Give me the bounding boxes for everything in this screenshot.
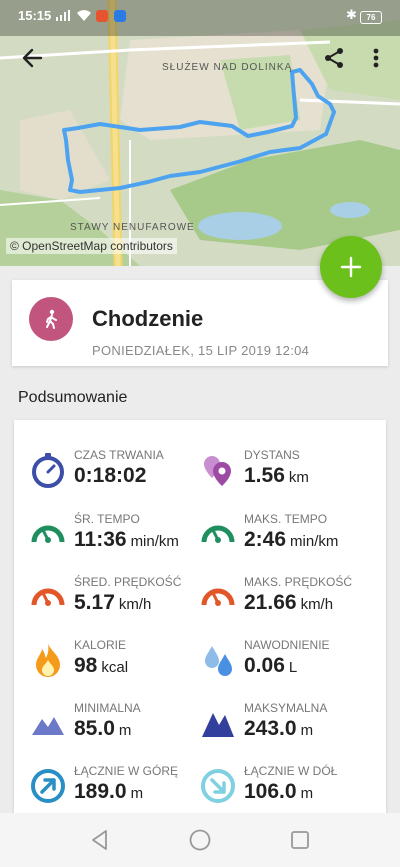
summary-card: CZAS TRWANIA 0:18:02 DYSTANS 1.56 km ŚR. … <box>14 420 386 820</box>
stat-label: ŁĄCZNIE W GÓRĘ <box>74 764 179 778</box>
stat-label: MAKS. PRĘDKOŚĆ <box>244 575 353 589</box>
stat-max-speed: MAKS. PRĘDKOŚĆ 21.66 km/h <box>200 573 380 623</box>
activity-icon-badge <box>29 297 73 341</box>
arrow-up-right-circle-icon <box>31 769 65 803</box>
stat-label: KALORIE <box>74 638 127 652</box>
stat-total-descent: ŁĄCZNIE W DÓŁ 106.0 m <box>200 762 380 812</box>
stat-duration: CZAS TRWANIA 0:18:02 <box>30 446 210 496</box>
nav-recents-icon[interactable] <box>287 827 313 853</box>
stat-value: 0.06 L <box>244 654 298 677</box>
share-icon <box>325 48 343 68</box>
stat-distance: DYSTANS 1.56 km <box>200 446 380 496</box>
notification-icon <box>96 10 108 22</box>
arrow-left-icon <box>22 48 43 68</box>
status-time: 15:15 <box>18 8 52 23</box>
stat-value: 85.0 m <box>74 717 132 740</box>
speedometer-orange-icon <box>31 588 65 606</box>
stat-label: NAWODNIENIE <box>244 638 330 652</box>
stat-value: 5.17 km/h <box>74 591 152 614</box>
stat-value: 21.66 km/h <box>244 591 334 614</box>
status-bar: 15:15 ✱ 76 <box>0 0 400 30</box>
stat-label: ŚRED. PRĘDKOŚĆ <box>74 575 182 589</box>
stat-value: 98 kcal <box>74 654 129 677</box>
stat-label: MAKS. TEMPO <box>244 512 328 526</box>
battery-icon: 76 <box>360 11 382 24</box>
stat-label: ŚR. TEMPO <box>74 512 140 526</box>
stat-value: 2:46 min/km <box>244 528 339 551</box>
more-vert-icon <box>373 48 379 68</box>
stat-label: MINIMALNA <box>74 701 141 715</box>
stat-label: CZAS TRWANIA <box>74 448 164 462</box>
stat-calories: KALORIE 98 kcal <box>30 636 210 686</box>
stat-hydration: NAWODNIENIE 0.06 L <box>200 636 380 686</box>
activity-card[interactable]: Chodzenie PONIEDZIAŁEK, 15 LIP 2019 12:0… <box>12 280 388 366</box>
back-button[interactable] <box>14 40 50 76</box>
stat-max-elevation: MAKSYMALNA 243.0 m <box>200 699 380 749</box>
notification-icon <box>114 10 126 22</box>
arrow-down-right-circle-icon <box>201 769 235 803</box>
water-drops-icon <box>205 646 232 676</box>
stat-value: 106.0 m <box>244 780 314 803</box>
map-label-park: STAWY NENUFAROWE <box>70 222 195 233</box>
walking-icon <box>46 309 57 329</box>
map-label-district: SŁUŻEW NAD DOLINKĄ <box>162 62 293 73</box>
mountain-dark-icon <box>202 713 234 737</box>
stopwatch-icon <box>32 453 64 488</box>
stat-max-pace: MAKS. TEMPO 2:46 min/km <box>200 510 380 560</box>
stat-label: DYSTANS <box>244 448 300 462</box>
stat-value: 0:18:02 <box>74 464 147 487</box>
plus-icon <box>340 256 362 278</box>
wifi-icon <box>77 10 91 21</box>
stat-value: 1.56 km <box>244 464 309 487</box>
nav-back-icon[interactable] <box>87 827 113 853</box>
signal-icon <box>56 10 70 21</box>
speedometer-orange-icon <box>201 588 235 606</box>
stat-label: ŁĄCZNIE W DÓŁ <box>244 764 338 778</box>
stat-label: MAKSYMALNA <box>244 701 328 715</box>
location-pins-icon <box>204 456 231 486</box>
more-button[interactable] <box>358 40 394 76</box>
flame-icon <box>36 644 60 677</box>
map-attribution: © OpenStreetMap contributors <box>6 238 177 254</box>
speedometer-green-icon <box>31 525 65 543</box>
share-button[interactable] <box>316 40 352 76</box>
activity-title: Chodzenie <box>92 306 204 331</box>
summary-title: Podsumowanie <box>18 389 128 406</box>
nav-home-icon[interactable] <box>187 827 213 853</box>
stat-value: 243.0 m <box>244 717 314 740</box>
stat-avg-speed: ŚRED. PRĘDKOŚĆ 5.17 km/h <box>30 573 210 623</box>
stat-value: 189.0 m <box>74 780 144 803</box>
system-nav-bar <box>0 813 400 867</box>
stat-avg-pace: ŚR. TEMPO 11:36 min/km <box>30 510 210 560</box>
mountain-light-icon <box>32 717 64 735</box>
stat-total-ascent: ŁĄCZNIE W GÓRĘ 189.0 m <box>30 762 210 812</box>
add-button[interactable] <box>320 236 382 298</box>
stat-min-elevation: MINIMALNA 85.0 m <box>30 699 210 749</box>
speedometer-green-icon <box>201 525 235 543</box>
stat-value: 11:36 min/km <box>74 528 179 551</box>
activity-date: PONIEDZIAŁEK, 15 LIP 2019 12:04 <box>92 343 310 358</box>
bluetooth-icon: ✱ <box>346 7 357 22</box>
